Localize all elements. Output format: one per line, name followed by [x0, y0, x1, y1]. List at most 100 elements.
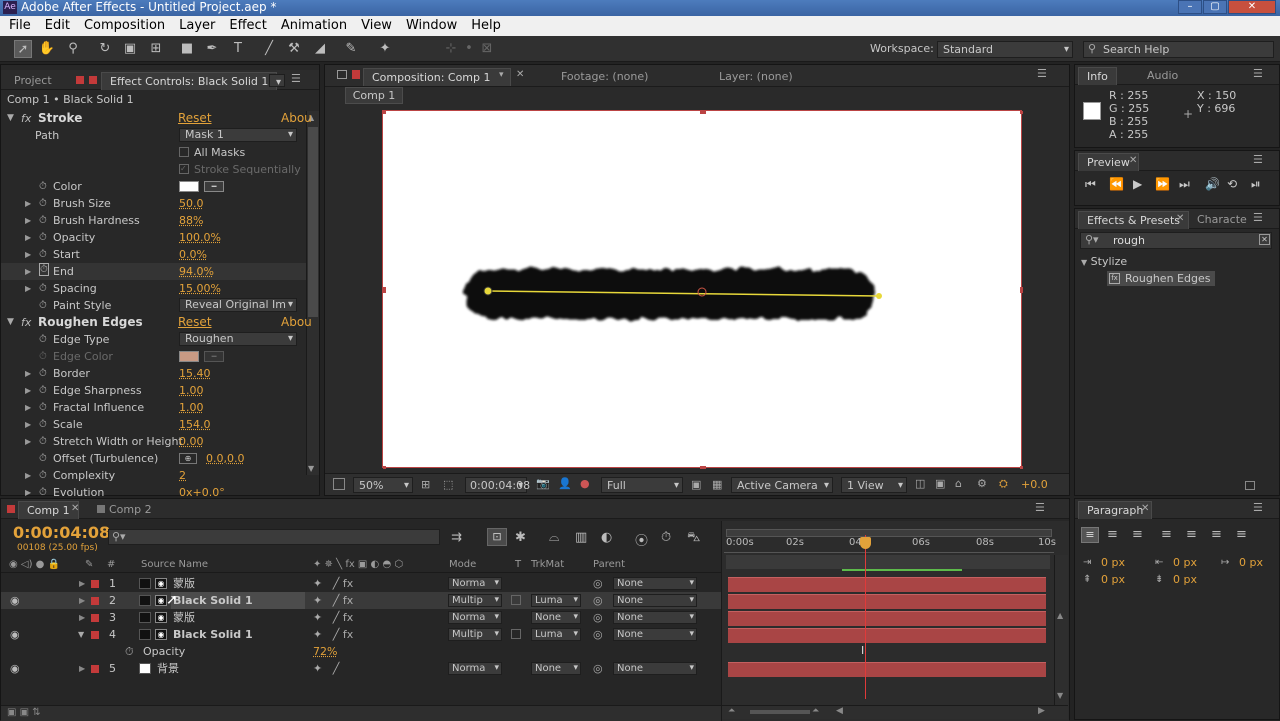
eyedropper-icon[interactable]: ━ — [204, 181, 224, 192]
brush-size-value[interactable]: 50.0 — [179, 195, 204, 212]
tab-comp-2[interactable]: Comp 2 — [101, 501, 160, 519]
fx-icon[interactable]: fx — [21, 110, 31, 127]
reset-exposure-icon[interactable]: ⛭ — [999, 477, 1008, 491]
workspace-dropdown[interactable]: Standard — [937, 41, 1073, 58]
show-snapshot-icon[interactable]: 👤 — [558, 477, 572, 490]
timeline-graph[interactable]: 0:00s 02s 04s 06s 08s 10s ▲ ▼ ⏶ ⏶ ◀ ▶ — [721, 521, 1069, 721]
brush-hardness-value[interactable]: 88% — [179, 212, 203, 229]
label-color-icon[interactable] — [91, 597, 99, 605]
offset-turbulence-value[interactable]: 0.0,0.0 — [206, 450, 244, 467]
snapshot-icon[interactable]: 📷 — [536, 477, 550, 490]
resolution-dropdown[interactable]: Full — [601, 477, 683, 493]
brush-tool-icon[interactable]: ╱ — [260, 40, 278, 58]
expand-icon[interactable]: ▶ — [25, 195, 31, 212]
puppet-tool-icon[interactable]: ✦ — [376, 40, 394, 58]
trkmat-dropdown[interactable]: None — [531, 662, 581, 675]
stretch-value[interactable]: 0.00 — [179, 433, 204, 450]
scroll-left-icon[interactable]: ◀ — [836, 706, 843, 716]
expand-icon[interactable]: ▶ — [25, 416, 31, 433]
stopwatch-active-icon[interactable]: ⏱ — [39, 263, 49, 276]
comp-canvas[interactable] — [382, 110, 1023, 469]
indent-left-value[interactable]: 0 px — [1101, 556, 1125, 569]
current-time-field[interactable]: 0:00:04:08 — [465, 477, 530, 493]
expand-pane-icon[interactable]: ▣ ▣ ⇅ — [7, 707, 41, 718]
stopwatch-icon[interactable]: ⏱ — [39, 467, 47, 484]
corner-handle[interactable] — [1020, 466, 1023, 469]
corner-handle[interactable] — [383, 466, 386, 469]
menu-view[interactable]: View — [354, 16, 399, 36]
channel-icon[interactable]: ● — [580, 477, 590, 490]
expand-icon[interactable]: ▶ — [25, 212, 31, 229]
space-after-value[interactable]: 0 px — [1173, 573, 1197, 586]
justify-last-center-icon[interactable]: ≡ — [1186, 527, 1197, 542]
tab-effect-controls[interactable]: Effect Controls: Black Solid 1 — [101, 72, 278, 90]
last-frame-icon[interactable]: ⏭ — [1179, 177, 1190, 192]
collapse-icon[interactable]: ▼ — [1081, 258, 1087, 267]
stopwatch-icon[interactable]: ⏱ — [39, 280, 47, 297]
stopwatch-icon[interactable]: ⏱ — [39, 450, 47, 467]
crosshair-icon[interactable]: ⊕ — [179, 453, 197, 464]
indent-first-line-value[interactable]: 0 px — [1239, 556, 1263, 569]
clear-search-icon[interactable]: ✕ — [1259, 234, 1270, 245]
search-help-field[interactable]: ⚲ Search Help — [1083, 41, 1274, 58]
align-left-icon[interactable]: ≡ — [1081, 527, 1099, 543]
collapse-icon[interactable]: ▼ — [78, 626, 84, 643]
pickwhip-icon[interactable]: ◎ — [593, 609, 603, 626]
roughen-edges-item[interactable]: fx Roughen Edges — [1107, 271, 1215, 286]
edge-sharpness-value[interactable]: 1.00 — [179, 382, 204, 399]
menu-window[interactable]: Window — [399, 16, 464, 36]
indent-right-value[interactable]: 0 px — [1173, 556, 1197, 569]
panel-menu-icon[interactable]: ☰ — [291, 72, 301, 85]
toggle-pixel-icon[interactable]: ◫ — [915, 477, 925, 490]
parent-dropdown[interactable]: None — [613, 577, 697, 590]
border-value[interactable]: 15.40 — [179, 365, 211, 382]
stopwatch-icon[interactable]: ⏱ — [125, 643, 134, 660]
align-right-icon[interactable]: ≡ — [1132, 527, 1143, 542]
menu-animation[interactable]: Animation — [274, 16, 354, 36]
comp-dropdown-icon[interactable]: ▾ — [499, 70, 504, 80]
new-folder-icon[interactable] — [1245, 481, 1255, 490]
stopwatch-icon[interactable]: ⏱ — [39, 297, 47, 314]
layer-bar-5[interactable] — [728, 662, 1046, 677]
ram-preview-icon[interactable]: ⏯ — [1251, 177, 1261, 192]
label-color-icon[interactable] — [91, 665, 99, 673]
first-frame-icon[interactable]: ⏮ — [1085, 177, 1096, 192]
expand-icon[interactable]: ▶ — [79, 609, 85, 626]
always-preview-icon[interactable] — [333, 478, 345, 490]
expand-icon[interactable]: ▶ — [25, 484, 31, 496]
clone-stamp-tool-icon[interactable]: ⚒ — [285, 40, 303, 58]
scrollbar-thumb[interactable] — [308, 127, 318, 317]
expand-icon[interactable]: ▶ — [79, 592, 85, 609]
menu-help[interactable]: Help — [464, 16, 508, 36]
layer-switches-icon[interactable]: ✦ ╱ fx — [313, 592, 353, 609]
mask-vertex[interactable] — [876, 293, 882, 299]
close-tab-icon[interactable]: ✕ — [516, 69, 524, 80]
camera-tool-icon[interactable]: ▣ — [121, 40, 139, 58]
effect-controls-scrollbar[interactable]: ▲ ▼ — [306, 111, 319, 475]
opacity-property-value[interactable]: 72% — [313, 643, 337, 660]
corner-handle[interactable] — [700, 466, 706, 469]
rectangle-tool-icon[interactable]: ■ — [178, 40, 196, 58]
expand-icon[interactable]: ▶ — [25, 467, 31, 484]
next-frame-icon[interactable]: ⏩ — [1155, 177, 1170, 191]
layer-name[interactable]: Black Solid 1 — [173, 626, 253, 643]
align-center-icon[interactable]: ≡ — [1107, 527, 1118, 542]
menu-composition[interactable]: Composition — [77, 16, 172, 36]
stroke-about-link[interactable]: Abou — [281, 110, 312, 127]
transparency-grid-icon[interactable]: ▦ — [712, 478, 722, 491]
trkmat-dropdown[interactable]: None — [531, 611, 581, 624]
timeline-vertical-scrollbar[interactable]: ▲ ▼ — [1054, 555, 1068, 705]
mode-dropdown[interactable]: Norma — [448, 662, 502, 675]
type-tool-icon[interactable]: T — [229, 40, 247, 58]
layer-switches-icon[interactable]: ✦ ╱ fx — [313, 626, 353, 643]
comp-mini-flowchart-icon[interactable]: ⇉ — [451, 530, 462, 545]
layer-switches-icon[interactable]: ✦ ╱ fx — [313, 575, 353, 592]
panel-menu-icon[interactable]: ☰ — [1253, 211, 1263, 224]
layer-bar-2[interactable] — [728, 594, 1046, 609]
hand-tool-icon[interactable]: ✋ — [38, 40, 56, 58]
flowchart-icon[interactable]: ⚙ — [977, 477, 987, 490]
roughen-about-link[interactable]: Abou — [281, 314, 312, 331]
close-tab-icon[interactable]: ✕ — [1176, 213, 1184, 224]
comp-lock-icon[interactable] — [337, 70, 347, 79]
start-value[interactable]: 0.0% — [179, 246, 207, 263]
